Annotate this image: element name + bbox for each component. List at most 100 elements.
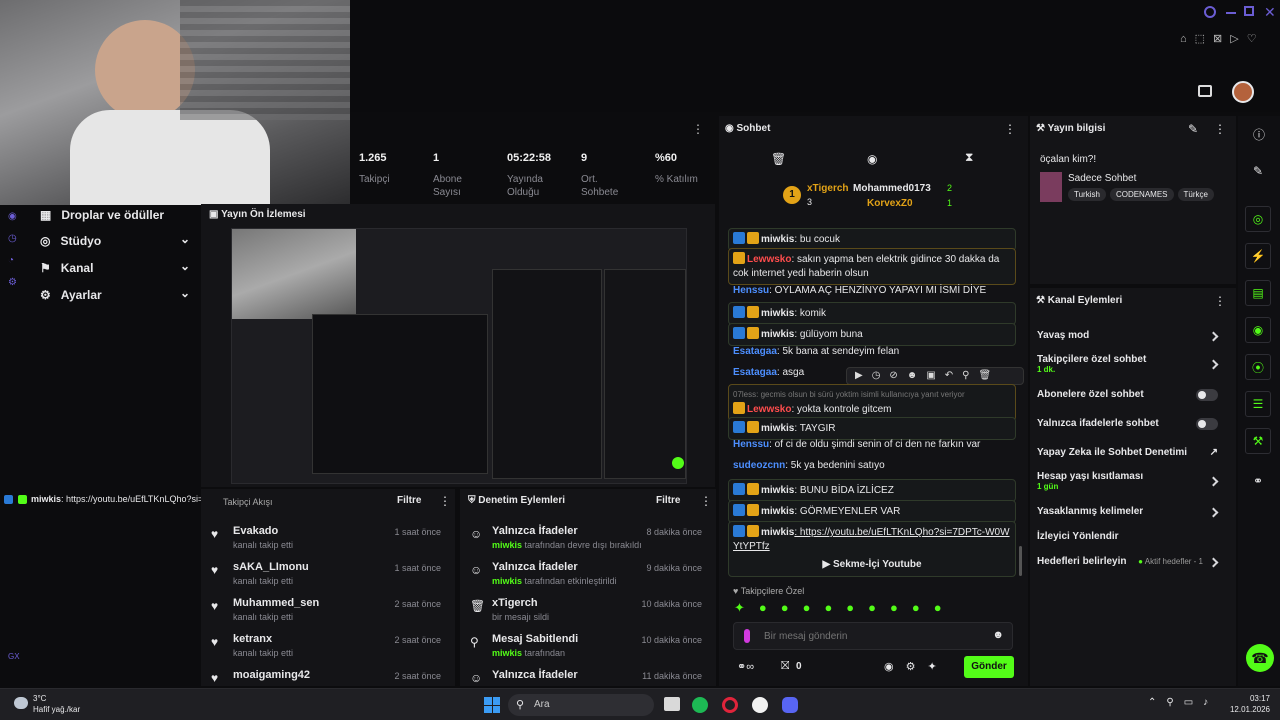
chat-bubble-icon[interactable]: ◉ <box>867 152 877 166</box>
close-icon[interactable]: ✕ <box>1264 4 1276 21</box>
mod-action-name[interactable]: xTigerch <box>492 597 538 609</box>
taskbar-search[interactable]: ⚲ Ara <box>508 694 654 716</box>
hourglass-icon[interactable]: ⧗ <box>965 150 973 165</box>
account-age-row[interactable]: Hesap yaşı kısıtlaması 1 gün <box>1037 471 1227 491</box>
weather-widget[interactable]: 3°C Hafif yağ./kar <box>33 693 80 715</box>
task-view-icon[interactable] <box>664 697 680 711</box>
ai-moderation-row[interactable]: Yapay Zeka ile Sohbet Denetimi ↗ <box>1037 447 1227 458</box>
theater-mode-icon[interactable] <box>1198 85 1212 97</box>
chat-input-box[interactable]: ☻ <box>733 622 1013 650</box>
send-button[interactable]: Gönder <box>964 656 1014 678</box>
windows-start-icon[interactable] <box>484 697 500 713</box>
chat-user[interactable]: sudeozcnn <box>733 460 785 471</box>
mod-user[interactable]: miwkis <box>492 576 522 586</box>
info-menu-icon[interactable]: ⋮ <box>1214 122 1226 136</box>
chat-message[interactable]: Henssu: of ci de oldu şimdi senin of ci … <box>728 438 1016 452</box>
emoji-icon[interactable]: ☻ <box>992 629 1004 641</box>
subs-only-toggle[interactable] <box>1196 389 1218 401</box>
gift-icon[interactable]: ⛝ <box>781 660 789 673</box>
search-icon[interactable] <box>1204 6 1216 18</box>
chat-message[interactable]: miwkis: TAYGIR <box>728 417 1016 440</box>
pencil-icon[interactable]: ✎ <box>1253 164 1263 178</box>
mod-user[interactable]: miwkis <box>492 540 522 550</box>
stats-menu-icon[interactable]: ⋮ <box>692 122 704 136</box>
trash-icon[interactable]: 🗑 <box>771 152 786 166</box>
browser-toolbar-icons[interactable]: ⌂⬚⊠▷♡ <box>1180 32 1265 45</box>
chat-message[interactable]: Lewwsko: sakın yapma ben elektrik gidinc… <box>728 248 1016 285</box>
chat-message[interactable]: sudeozcnn: 5k ya bedenini satıyo <box>728 459 1016 473</box>
goals-row[interactable]: Hedefleri belirleyin ● Aktif hedefler - 1 <box>1037 556 1227 568</box>
follower-name[interactable]: ketranx <box>233 633 272 645</box>
wrench-icon[interactable]: ⚒ <box>1245 428 1271 454</box>
category-thumbnail[interactable] <box>1040 172 1062 202</box>
support-icon[interactable]: ☎ <box>1246 644 1274 672</box>
info-icon[interactable]: ⓘ <box>1253 126 1265 143</box>
nav-settings[interactable]: ⚙ Ayarlar ⌄ <box>40 286 190 302</box>
banned-words-row[interactable]: Yasaklanmış kelimeler <box>1037 506 1227 518</box>
emote-row[interactable]: ✦●●●●●●●●● <box>734 600 1014 616</box>
emotes-only-toggle[interactable] <box>1196 418 1218 430</box>
minimize-icon[interactable] <box>1226 12 1236 14</box>
chat-message[interactable]: Henssu: OYLAMA AÇ HENZİNYO YAPAYI MI İSM… <box>728 284 1016 298</box>
spotify-icon[interactable] <box>692 697 708 713</box>
users-icon[interactable]: ⚭ <box>1253 474 1263 488</box>
chat-user[interactable]: Henssu <box>733 439 769 450</box>
chat-message[interactable]: miwkis: gülüyom buna <box>728 323 1016 346</box>
chat-user[interactable]: miwkis <box>761 423 794 434</box>
nav-studio[interactable]: ◎ Stüdyo ⌄ <box>40 232 190 248</box>
chat-message[interactable]: miwkis: GÖRMEYENLER VAR <box>728 500 1016 523</box>
chat-user[interactable]: miwkis <box>761 485 794 496</box>
tag[interactable]: CODENAMES <box>1109 188 1174 201</box>
chat-user[interactable]: miwkis <box>761 506 794 517</box>
chat-message[interactable]: miwkis: komik <box>728 302 1016 325</box>
system-tray-icons[interactable]: ⌃⚲▭♪ <box>1148 697 1218 708</box>
leader-name[interactable]: KorvexZ0 <box>867 198 913 209</box>
follower-menu-icon[interactable]: ⋮ <box>439 494 451 508</box>
followers-only-row[interactable]: Takipçilere özel sohbet 1 dk. <box>1037 354 1227 374</box>
chat-message[interactable]: Esatagaa: 5k bana at sendeyim felan <box>728 345 1016 359</box>
chat-user[interactable]: Henssu <box>733 285 769 296</box>
chat-user[interactable]: Lewwsko <box>747 254 791 265</box>
clock[interactable]: 03:17 12.01.2026 <box>1228 693 1270 715</box>
document-icon[interactable]: ▤ <box>1245 280 1271 306</box>
follower-name[interactable]: moaigaming42 <box>233 669 310 681</box>
chat-message[interactable]: 07less: gecmis olsun bi sürü yoktim isim… <box>728 384 1016 421</box>
nav-drops[interactable]: ▦ Droplar ve ödüller <box>40 208 164 222</box>
moderation-menu-icon[interactable]: ⋮ <box>700 494 712 508</box>
chat-user[interactable]: miwkis <box>761 308 794 319</box>
redirect-row[interactable]: İzleyici Yönlendir <box>1037 531 1227 542</box>
youtube-embed-button[interactable]: ▶ Sekme-İçi Youtube <box>729 558 1015 572</box>
discord-icon[interactable] <box>782 697 798 713</box>
chat-user[interactable]: Esatagaa <box>733 346 777 357</box>
chat-scrollbar[interactable] <box>1019 546 1022 576</box>
tag[interactable]: Türkçe <box>1177 188 1214 201</box>
chat-message[interactable]: miwkis: https://youtu.be/uEfLTKnLQho?si=… <box>728 521 1016 577</box>
follower-filter-button[interactable]: Filtre <box>397 495 421 506</box>
follower-name[interactable]: Muhammed_sen <box>233 597 319 609</box>
moderation-filter-button[interactable]: Filtre <box>656 495 680 506</box>
chat-menu-icon[interactable]: ⋮ <box>1004 122 1016 136</box>
chat-user[interactable]: Lewwsko <box>747 404 791 415</box>
chat-user[interactable]: miwkis <box>761 527 794 538</box>
opera-gx-icon[interactable] <box>722 697 738 713</box>
follower-name[interactable]: sAKA_LImonu <box>233 561 309 573</box>
stream-preview-video[interactable] <box>231 228 687 484</box>
mod-user[interactable]: miwkis <box>492 648 522 658</box>
steam-icon[interactable] <box>752 697 768 713</box>
chat-bubble-icon[interactable]: ◉ <box>1245 317 1271 343</box>
chat-message[interactable]: miwkis: BUNU BİDA İZLİCEZ <box>728 479 1016 502</box>
actions-menu-icon[interactable]: ⋮ <box>1214 294 1226 308</box>
chat-tools-icons[interactable]: ◉⚙✦ <box>884 660 949 673</box>
leader-name[interactable]: Mohammed0173 <box>853 183 931 194</box>
avatar[interactable] <box>1232 81 1254 103</box>
chat-user[interactable]: miwkis <box>761 234 794 245</box>
weather-icon[interactable] <box>14 697 28 709</box>
broadcast-icon[interactable]: ⦿ <box>1245 354 1271 380</box>
pencil-icon[interactable]: ✎ <box>1188 122 1198 136</box>
chat-user[interactable]: miwkis <box>761 329 794 340</box>
chat-link-icon[interactable]: ⚭∞ <box>737 660 754 673</box>
nav-channel[interactable]: ⚑ Kanal ⌄ <box>40 259 190 275</box>
message-actions-toolbar[interactable]: ▶◷⊘☻▣↶⚲🗑 <box>846 367 1024 385</box>
camera-icon[interactable]: ◎ <box>1245 206 1271 232</box>
maximize-icon[interactable] <box>1244 6 1254 16</box>
